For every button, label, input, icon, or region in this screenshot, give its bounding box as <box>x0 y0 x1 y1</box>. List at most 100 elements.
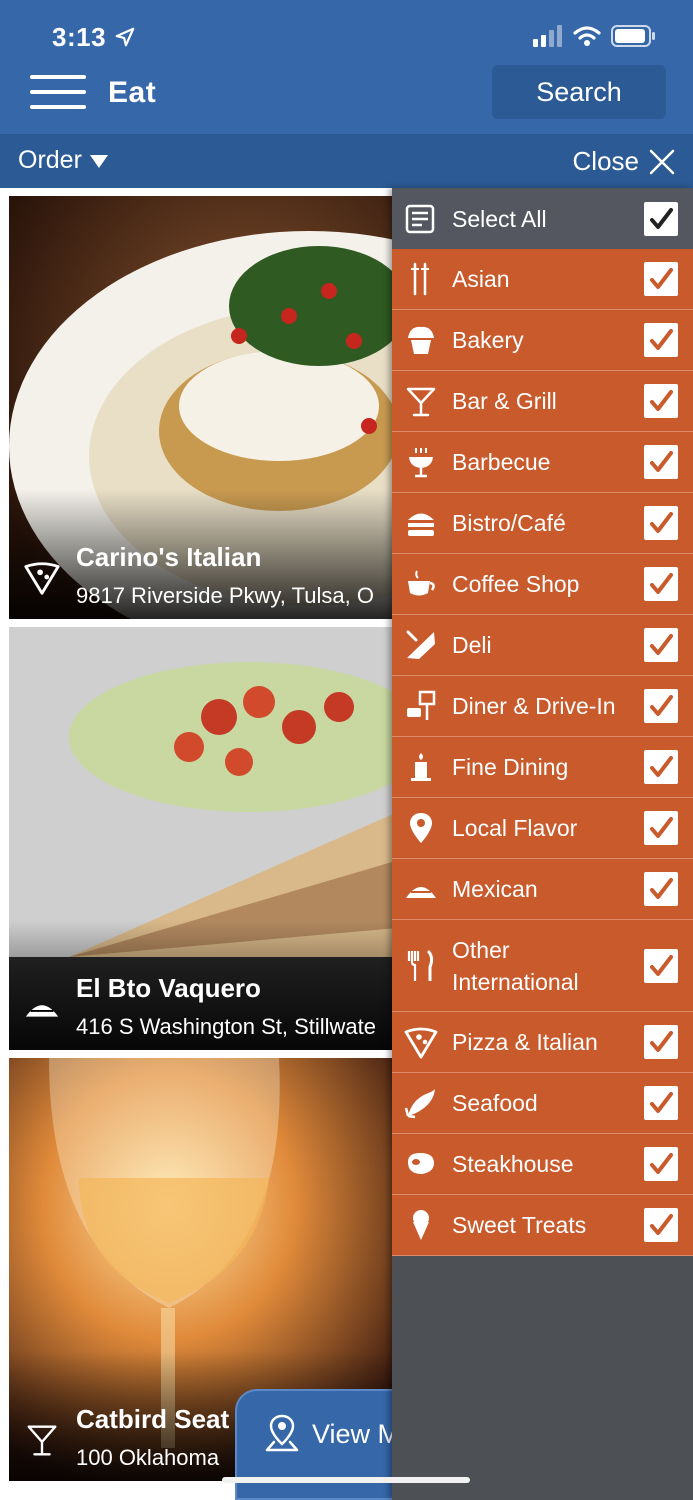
location-arrow-icon <box>115 27 135 47</box>
caret-down-icon <box>89 155 108 168</box>
checkbox-checked[interactable] <box>644 628 678 662</box>
map-pin-icon <box>410 813 432 843</box>
checkbox-checked[interactable] <box>644 689 678 723</box>
restaurant-name: El Bto Vaquero <box>76 973 261 1003</box>
filter-item-bar-grill[interactable]: Bar & Grill <box>392 371 693 432</box>
cupcake-icon <box>408 326 434 354</box>
filter-label: Bistro/Café <box>452 510 566 536</box>
filter-label: Other International <box>452 936 579 995</box>
cocktail-icon <box>27 1425 57 1456</box>
filter-item-other-international[interactable]: Other International <box>392 920 693 1012</box>
restaurant-address: 9817 Riverside Pkwy, Tulsa, O <box>76 583 374 608</box>
pizza-icon <box>404 1027 438 1059</box>
close-button[interactable]: Close <box>573 146 675 177</box>
filter-label: Seafood <box>452 1090 538 1116</box>
candle-icon <box>411 753 431 781</box>
checkbox-checked[interactable] <box>644 811 678 845</box>
coffee-cup-icon <box>408 570 435 596</box>
filter-item-sweet-treats[interactable]: Sweet Treats <box>392 1195 693 1256</box>
category-filter-panel: Select All Asian Bakery Bar & Grill Barb… <box>392 188 693 1500</box>
checkbox-checked[interactable] <box>644 750 678 784</box>
select-all-label: Select All <box>452 205 547 232</box>
filter-item-coffee-shop[interactable]: Coffee Shop <box>392 554 693 615</box>
restaurant-address: 100 Oklahoma <box>76 1445 220 1470</box>
filter-label: Barbecue <box>452 449 551 475</box>
close-icon <box>649 149 675 174</box>
filter-item-mexican[interactable]: Mexican <box>392 859 693 920</box>
filter-label: Pizza & Italian <box>452 1029 598 1055</box>
checkbox-checked[interactable] <box>644 567 678 601</box>
filter-label: Bakery <box>452 327 524 353</box>
checkbox-checked[interactable] <box>644 1147 678 1181</box>
checkbox-checked[interactable] <box>644 872 678 906</box>
filter-label: Bar & Grill <box>452 388 557 414</box>
checkbox-checked[interactable] <box>644 262 678 296</box>
checkbox-checked[interactable] <box>644 1086 678 1120</box>
sandwich-icon <box>406 630 435 659</box>
status-time: 3:13 <box>52 22 107 52</box>
steak-icon <box>408 1153 434 1174</box>
taco-icon <box>406 887 436 898</box>
filter-item-deli[interactable]: Deli <box>392 615 693 676</box>
checkbox-checked[interactable] <box>644 1025 678 1059</box>
filter-item-local-flavor[interactable]: Local Flavor <box>392 798 693 859</box>
checkbox-checked[interactable] <box>644 445 678 479</box>
checklist-icon <box>405 204 435 233</box>
close-label: Close <box>572 146 639 176</box>
menu-icon[interactable] <box>30 75 86 111</box>
filter-label: Sweet Treats <box>452 1212 587 1238</box>
filter-label: Coffee Shop <box>452 571 580 597</box>
taco-icon <box>25 1005 59 1017</box>
burger-icon <box>408 513 434 536</box>
restaurant-address: 416 S Washington St, Stillwate <box>76 1014 377 1039</box>
search-button[interactable]: Search <box>492 65 666 119</box>
drive-in-icon <box>407 690 436 720</box>
sub-bar: Order Close <box>0 134 693 188</box>
status-bar: 3:13 <box>0 0 693 62</box>
restaurant-name: Carino's Italian <box>76 542 262 572</box>
restaurant-card[interactable]: Carino's Italian 9817 Riverside Pkwy, Tu… <box>9 196 409 619</box>
filter-item-bistro-cafe[interactable]: Bistro/Café <box>392 493 693 554</box>
filter-item-fine-dining[interactable]: Fine Dining <box>392 737 693 798</box>
nav-bar: Eat Search <box>0 62 693 134</box>
filter-item-asian[interactable]: Asian <box>392 249 693 310</box>
filter-label: Asian <box>452 266 510 292</box>
filter-item-diner-drive-in[interactable]: Diner & Drive-In <box>392 676 693 737</box>
filter-label: Local Flavor <box>452 815 578 841</box>
battery-icon <box>611 25 655 47</box>
cocktail-icon <box>406 387 436 417</box>
checkbox-checked[interactable] <box>644 948 678 983</box>
wifi-icon <box>573 26 601 46</box>
filter-list: Asian Bakery Bar & Grill Barbecue Bistro… <box>392 249 693 1256</box>
signal-icon <box>533 25 562 47</box>
order-dropdown[interactable]: Order <box>18 146 108 175</box>
checkbox-checked[interactable] <box>644 323 678 357</box>
select-all-row[interactable]: Select All <box>392 188 693 249</box>
restaurant-name: Catbird Seat <box>76 1404 230 1434</box>
filter-label: Fine Dining <box>452 754 569 780</box>
map-pin-icon <box>265 1414 299 1452</box>
fork-knife-icon <box>407 949 434 981</box>
page-title: Eat <box>108 76 157 109</box>
status-icons <box>533 24 657 48</box>
checkbox-checked[interactable] <box>644 1208 678 1242</box>
view-map-label: View M <box>312 1419 401 1449</box>
filter-label: Diner & Drive-In <box>452 693 616 719</box>
checkbox-checked[interactable] <box>644 201 678 236</box>
order-label: Order <box>18 146 82 174</box>
checkbox-checked[interactable] <box>644 506 678 540</box>
chopsticks-icon <box>411 262 429 296</box>
checkbox-checked[interactable] <box>644 384 678 418</box>
ice-cream-icon <box>413 1210 429 1240</box>
filter-item-barbecue[interactable]: Barbecue <box>392 432 693 493</box>
filter-label: Mexican <box>452 876 538 902</box>
filter-item-pizza-italian[interactable]: Pizza & Italian <box>392 1012 693 1073</box>
filter-item-bakery[interactable]: Bakery <box>392 310 693 371</box>
filter-item-seafood[interactable]: Seafood <box>392 1073 693 1134</box>
restaurant-card[interactable]: El Bto Vaquero 416 S Washington St, Stil… <box>9 627 409 1050</box>
pizza-icon <box>24 562 60 595</box>
home-indicator[interactable] <box>222 1477 470 1483</box>
filter-item-steakhouse[interactable]: Steakhouse <box>392 1134 693 1195</box>
grill-icon <box>409 448 433 478</box>
filter-label: Deli <box>452 632 492 658</box>
